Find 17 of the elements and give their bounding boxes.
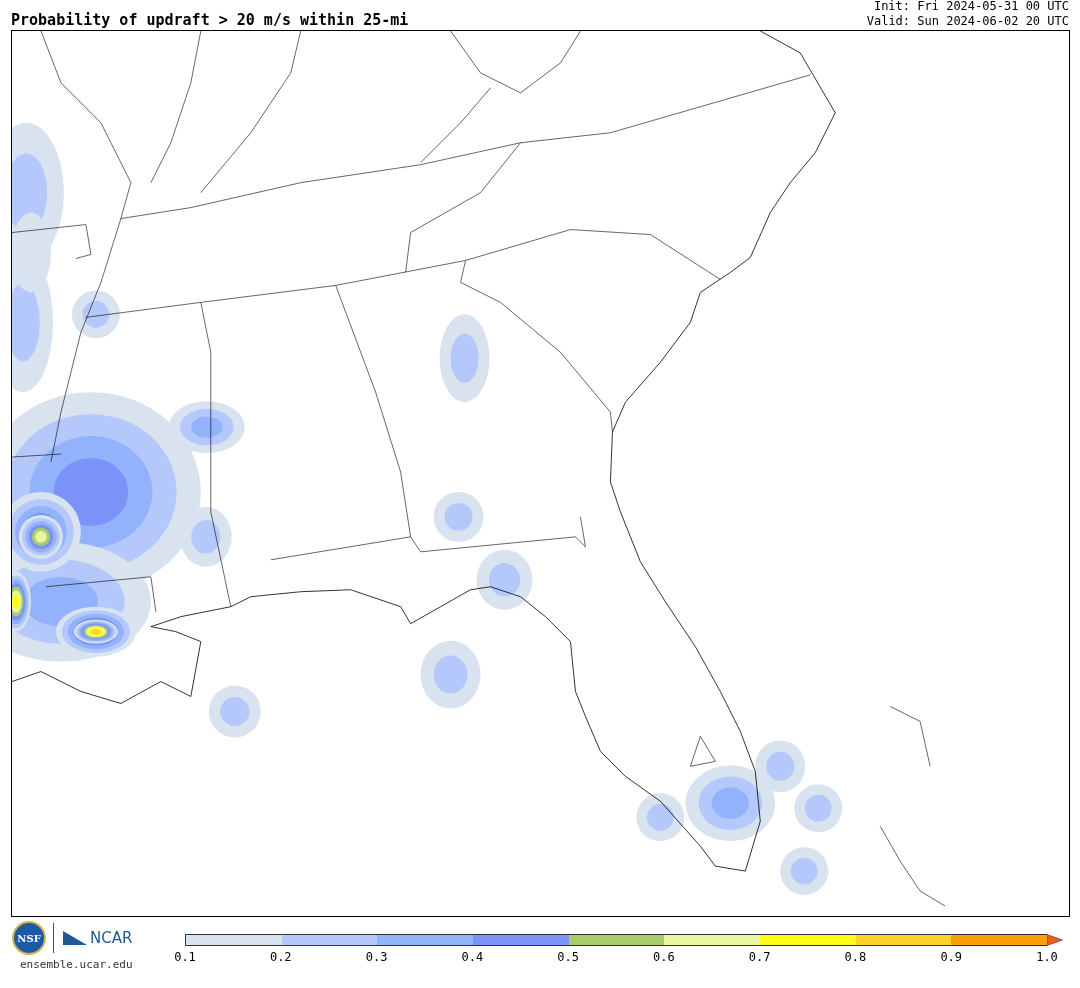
ncar-logo-text: NCAR (90, 929, 133, 947)
colorbar-tick-label: 0.9 (940, 950, 963, 964)
map-title: Probability of updraft > 20 m/s within 25-mi (11, 11, 409, 29)
colorbar-tick-label: 0.5 (557, 950, 579, 964)
init-time: Init: Fri 2024-05-31 00 UTC (872, 0, 1069, 14)
colorbar-tick-label: 0.3 (365, 950, 388, 964)
nsf-logo: NSF (14, 923, 44, 953)
colorbar-tick-label: 1.0 (1036, 950, 1058, 964)
colorbar-tick-label: 0.2 (269, 950, 292, 964)
colorbar-tick-label: 0.4 (461, 950, 484, 964)
valid-time: Valid: Sun 2024-06-02 20 UTC (866, 14, 1069, 29)
colorbar-tick-label: 0.8 (844, 950, 867, 964)
site-url: ensemble.ucar.edu (20, 958, 134, 971)
colorbar-tick-label: 0.6 (653, 950, 675, 964)
ncar-triangle-icon (63, 929, 87, 947)
colorbar-tick-label: 0.1 (174, 950, 196, 964)
colorbar-tick-label: 0.7 (748, 950, 771, 964)
